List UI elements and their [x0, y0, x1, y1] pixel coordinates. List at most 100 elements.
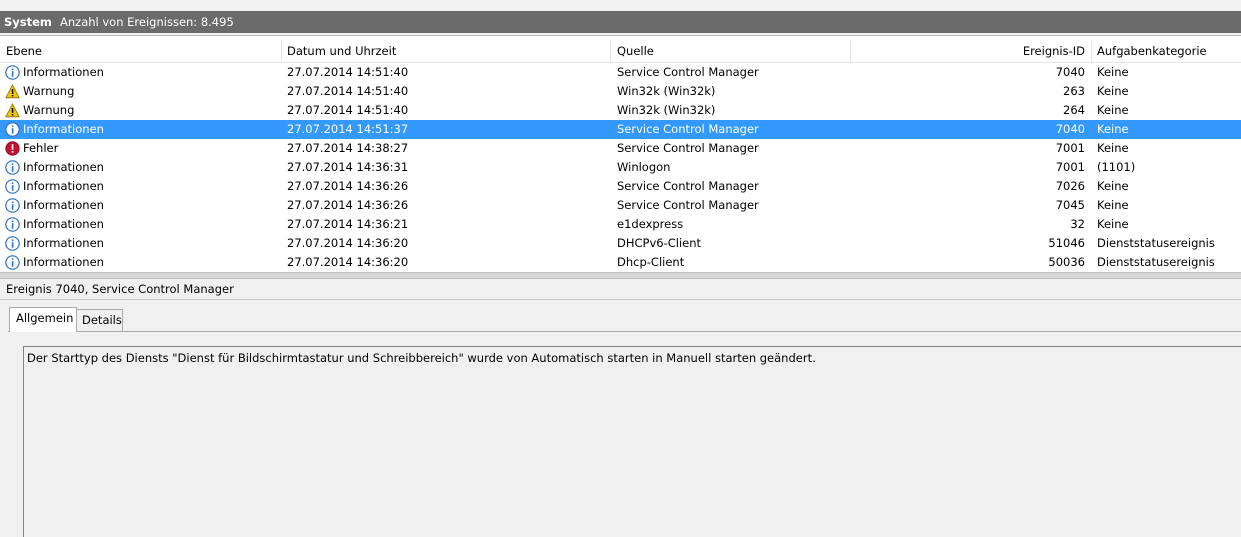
table-row[interactable]: Informationen 27.07.2014 14:36:31 Winlogon… — [0, 158, 1241, 177]
column-datetime[interactable]: Datum und Uhrzeit — [287, 44, 396, 58]
cell-datetime: 27.07.2014 14:51:37 — [287, 122, 409, 136]
cell-event-id: 50036 — [1048, 255, 1085, 269]
cell-level: Warnung — [23, 84, 75, 98]
cell-datetime: 27.07.2014 14:36:21 — [287, 217, 409, 231]
pane-splitter[interactable] — [0, 272, 1241, 279]
cell-event-id: 32 — [1070, 217, 1085, 231]
info-icon — [5, 179, 20, 194]
cell-task-category: Keine — [1097, 179, 1129, 193]
cell-datetime: 27.07.2014 14:51:40 — [287, 65, 409, 79]
info-icon — [5, 122, 20, 137]
cell-event-id: 51046 — [1048, 236, 1085, 250]
cell-level: Warnung — [23, 103, 75, 117]
cell-source: DHCPv6-Client — [617, 236, 702, 250]
log-name: System — [4, 15, 52, 29]
cell-task-category: Keine — [1097, 103, 1129, 117]
cell-source: Service Control Manager — [617, 198, 759, 212]
cell-level: Informationen — [23, 160, 104, 174]
cell-datetime: 27.07.2014 14:51:40 — [287, 84, 409, 98]
cell-datetime: 27.07.2014 14:51:40 — [287, 103, 409, 117]
cell-event-id: 264 — [1063, 103, 1085, 117]
cell-datetime: 27.07.2014 14:36:31 — [287, 160, 409, 174]
table-row[interactable]: Informationen 27.07.2014 14:36:20 DHCPv6-C… — [0, 234, 1241, 253]
detail-title: Ereignis 7040, Service Control Manager — [6, 282, 234, 296]
cell-source: Service Control Manager — [617, 65, 759, 79]
cell-datetime: 27.07.2014 14:36:20 — [287, 255, 409, 269]
column-divider[interactable] — [610, 40, 611, 62]
cell-task-category: Dienststatusereignis — [1097, 236, 1215, 250]
cell-level: Informationen — [23, 198, 104, 212]
cell-task-category: Keine — [1097, 122, 1129, 136]
cell-event-id: 7001 — [1055, 160, 1085, 174]
cell-source: Win32k (Win32k) — [617, 84, 716, 98]
table-row[interactable]: Informationen 27.07.2014 14:51:40 Service … — [0, 63, 1241, 82]
cell-level: Informationen — [23, 122, 104, 136]
info-icon — [5, 217, 20, 232]
cell-level: Informationen — [23, 236, 104, 250]
table-row[interactable]: Warnung 27.07.2014 14:51:40 Win32k (Win32k… — [0, 101, 1241, 120]
cell-task-category: (1101) — [1097, 160, 1136, 174]
cell-datetime: 27.07.2014 14:36:26 — [287, 179, 409, 193]
cell-source: Service Control Manager — [617, 179, 759, 193]
cell-level: Informationen — [23, 179, 104, 193]
info-icon — [5, 160, 20, 175]
tab-details[interactable]: Details — [76, 309, 123, 332]
cell-event-id: 7001 — [1055, 141, 1085, 155]
column-divider[interactable] — [1091, 40, 1092, 62]
column-task-category[interactable]: Aufgabenkategorie — [1097, 44, 1207, 58]
cell-event-id: 7026 — [1055, 179, 1085, 193]
cell-task-category: Keine — [1097, 84, 1129, 98]
tab-label: Allgemein — [16, 311, 74, 325]
table-row[interactable]: Informationen 27.07.2014 14:36:26 Service … — [0, 196, 1241, 215]
warning-icon — [5, 84, 20, 99]
cell-source: Service Control Manager — [617, 141, 759, 155]
info-icon — [5, 236, 20, 251]
cell-task-category: Keine — [1097, 198, 1129, 212]
cell-source: Winlogon — [617, 160, 671, 174]
column-level[interactable]: Ebene — [6, 44, 42, 58]
cell-level: Informationen — [23, 65, 104, 79]
column-source[interactable]: Quelle — [617, 44, 654, 58]
cell-task-category: Dienststatusereignis — [1097, 255, 1215, 269]
cell-level: Fehler — [23, 141, 59, 155]
cell-task-category: Keine — [1097, 141, 1129, 155]
column-event-id[interactable]: Ereignis-ID — [1023, 44, 1085, 58]
column-divider[interactable] — [850, 40, 851, 62]
cell-level: Informationen — [23, 217, 104, 231]
cell-task-category: Keine — [1097, 217, 1129, 231]
cell-event-id: 263 — [1063, 84, 1085, 98]
tab-label: Details — [82, 313, 122, 327]
cell-datetime: 27.07.2014 14:38:27 — [287, 141, 409, 155]
cell-level: Informationen — [23, 255, 104, 269]
cell-source: Service Control Manager — [617, 122, 759, 136]
event-message: Der Starttyp des Diensts "Dienst für Bil… — [27, 351, 816, 365]
cell-source: Win32k (Win32k) — [617, 103, 716, 117]
table-row[interactable]: Informationen 27.07.2014 14:36:21 e1dexpre… — [0, 215, 1241, 234]
event-list[interactable]: Ebene Datum und Uhrzeit Quelle Ereignis-… — [0, 36, 1241, 272]
table-row[interactable]: Warnung 27.07.2014 14:51:40 Win32k (Win32k… — [0, 82, 1241, 101]
cell-event-id: 7045 — [1055, 198, 1085, 212]
info-icon — [5, 198, 20, 213]
warning-icon — [5, 103, 20, 118]
table-row[interactable]: Informationen 27.07.2014 14:51:37 Service … — [0, 120, 1241, 139]
table-row[interactable]: Informationen 27.07.2014 14:36:26 Service … — [0, 177, 1241, 196]
cell-datetime: 27.07.2014 14:36:26 — [287, 198, 409, 212]
cell-event-id: 7040 — [1055, 65, 1085, 79]
tab-allgemein[interactable]: Allgemein — [9, 307, 77, 332]
table-row[interactable]: Fehler 27.07.2014 14:38:27 Service Control… — [0, 139, 1241, 158]
event-message-box[interactable]: Der Starttyp des Diensts "Dienst für Bil… — [23, 346, 1241, 537]
cell-datetime: 27.07.2014 14:36:20 — [287, 236, 409, 250]
cell-source: e1dexpress — [617, 217, 684, 231]
column-divider[interactable] — [281, 40, 282, 62]
info-icon — [5, 255, 20, 270]
log-title-bar: System Anzahl von Ereignissen: 8.495 — [0, 11, 1241, 33]
cell-source: Dhcp-Client — [617, 255, 685, 269]
event-count: Anzahl von Ereignissen: 8.495 — [60, 15, 234, 29]
cell-event-id: 7040 — [1055, 122, 1085, 136]
detail-divider — [0, 299, 1241, 300]
info-icon — [5, 65, 20, 80]
table-row[interactable]: Informationen 27.07.2014 14:36:20 Dhcp-Cli… — [0, 253, 1241, 272]
cell-task-category: Keine — [1097, 65, 1129, 79]
column-header: Ebene Datum und Uhrzeit Quelle Ereignis-… — [0, 40, 1241, 63]
tab-strip-line — [8, 331, 1241, 332]
